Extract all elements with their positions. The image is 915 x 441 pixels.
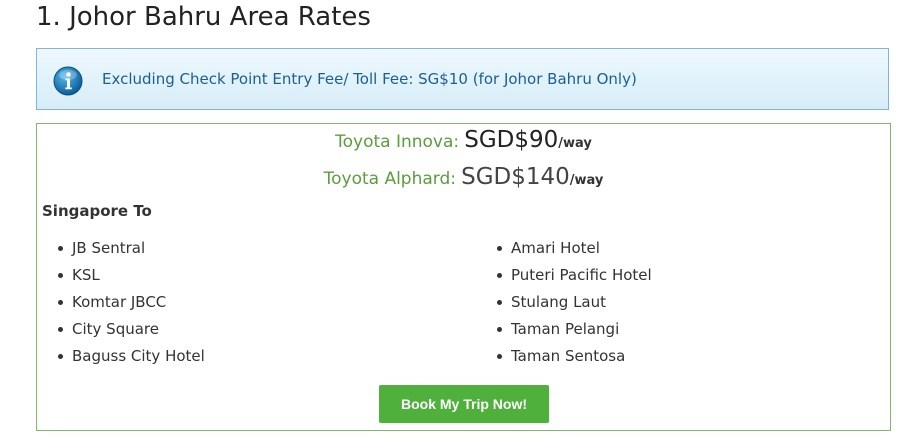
- vehicle-name: Toyota Alphard:: [323, 169, 456, 189]
- list-item: JB Sentral: [58, 237, 205, 264]
- list-item: Stulang Laut: [497, 291, 652, 318]
- page-title: 1. Johor Bahru Area Rates: [36, 2, 371, 32]
- rate-innova: Toyota Innova: SGD$90/way: [37, 127, 890, 153]
- destination-list-left: JB Sentral KSL Komtar JBCC City Square B…: [58, 237, 205, 372]
- list-item: KSL: [58, 264, 205, 291]
- rates-panel: Toyota Innova: SGD$90/way Toyota Alphard…: [36, 123, 891, 431]
- list-item: Baguss City Hotel: [58, 345, 205, 372]
- vehicle-price: SGD$90: [464, 127, 559, 153]
- price-unit: /way: [558, 136, 592, 151]
- vehicle-name: Toyota Innova:: [335, 132, 460, 152]
- section-heading: Singapore To: [42, 202, 152, 220]
- book-trip-button[interactable]: Book My Trip Now!: [379, 385, 549, 423]
- destination-list-right: Amari Hotel Puteri Pacific Hotel Stulang…: [497, 237, 652, 372]
- rate-alphard: Toyota Alphard: SGD$140/way: [37, 164, 890, 190]
- list-item: Komtar JBCC: [58, 291, 205, 318]
- list-item: Puteri Pacific Hotel: [497, 264, 652, 291]
- notice-text: Excluding Check Point Entry Fee/ Toll Fe…: [102, 70, 637, 88]
- info-notice: Excluding Check Point Entry Fee/ Toll Fe…: [36, 48, 889, 110]
- list-item: Taman Pelangi: [497, 318, 652, 345]
- info-icon: [53, 66, 83, 96]
- list-item: Taman Sentosa: [497, 345, 652, 372]
- list-item: Amari Hotel: [497, 237, 652, 264]
- price-unit: /way: [569, 173, 604, 188]
- list-item: City Square: [58, 318, 205, 345]
- vehicle-price: SGD$140: [461, 164, 570, 190]
